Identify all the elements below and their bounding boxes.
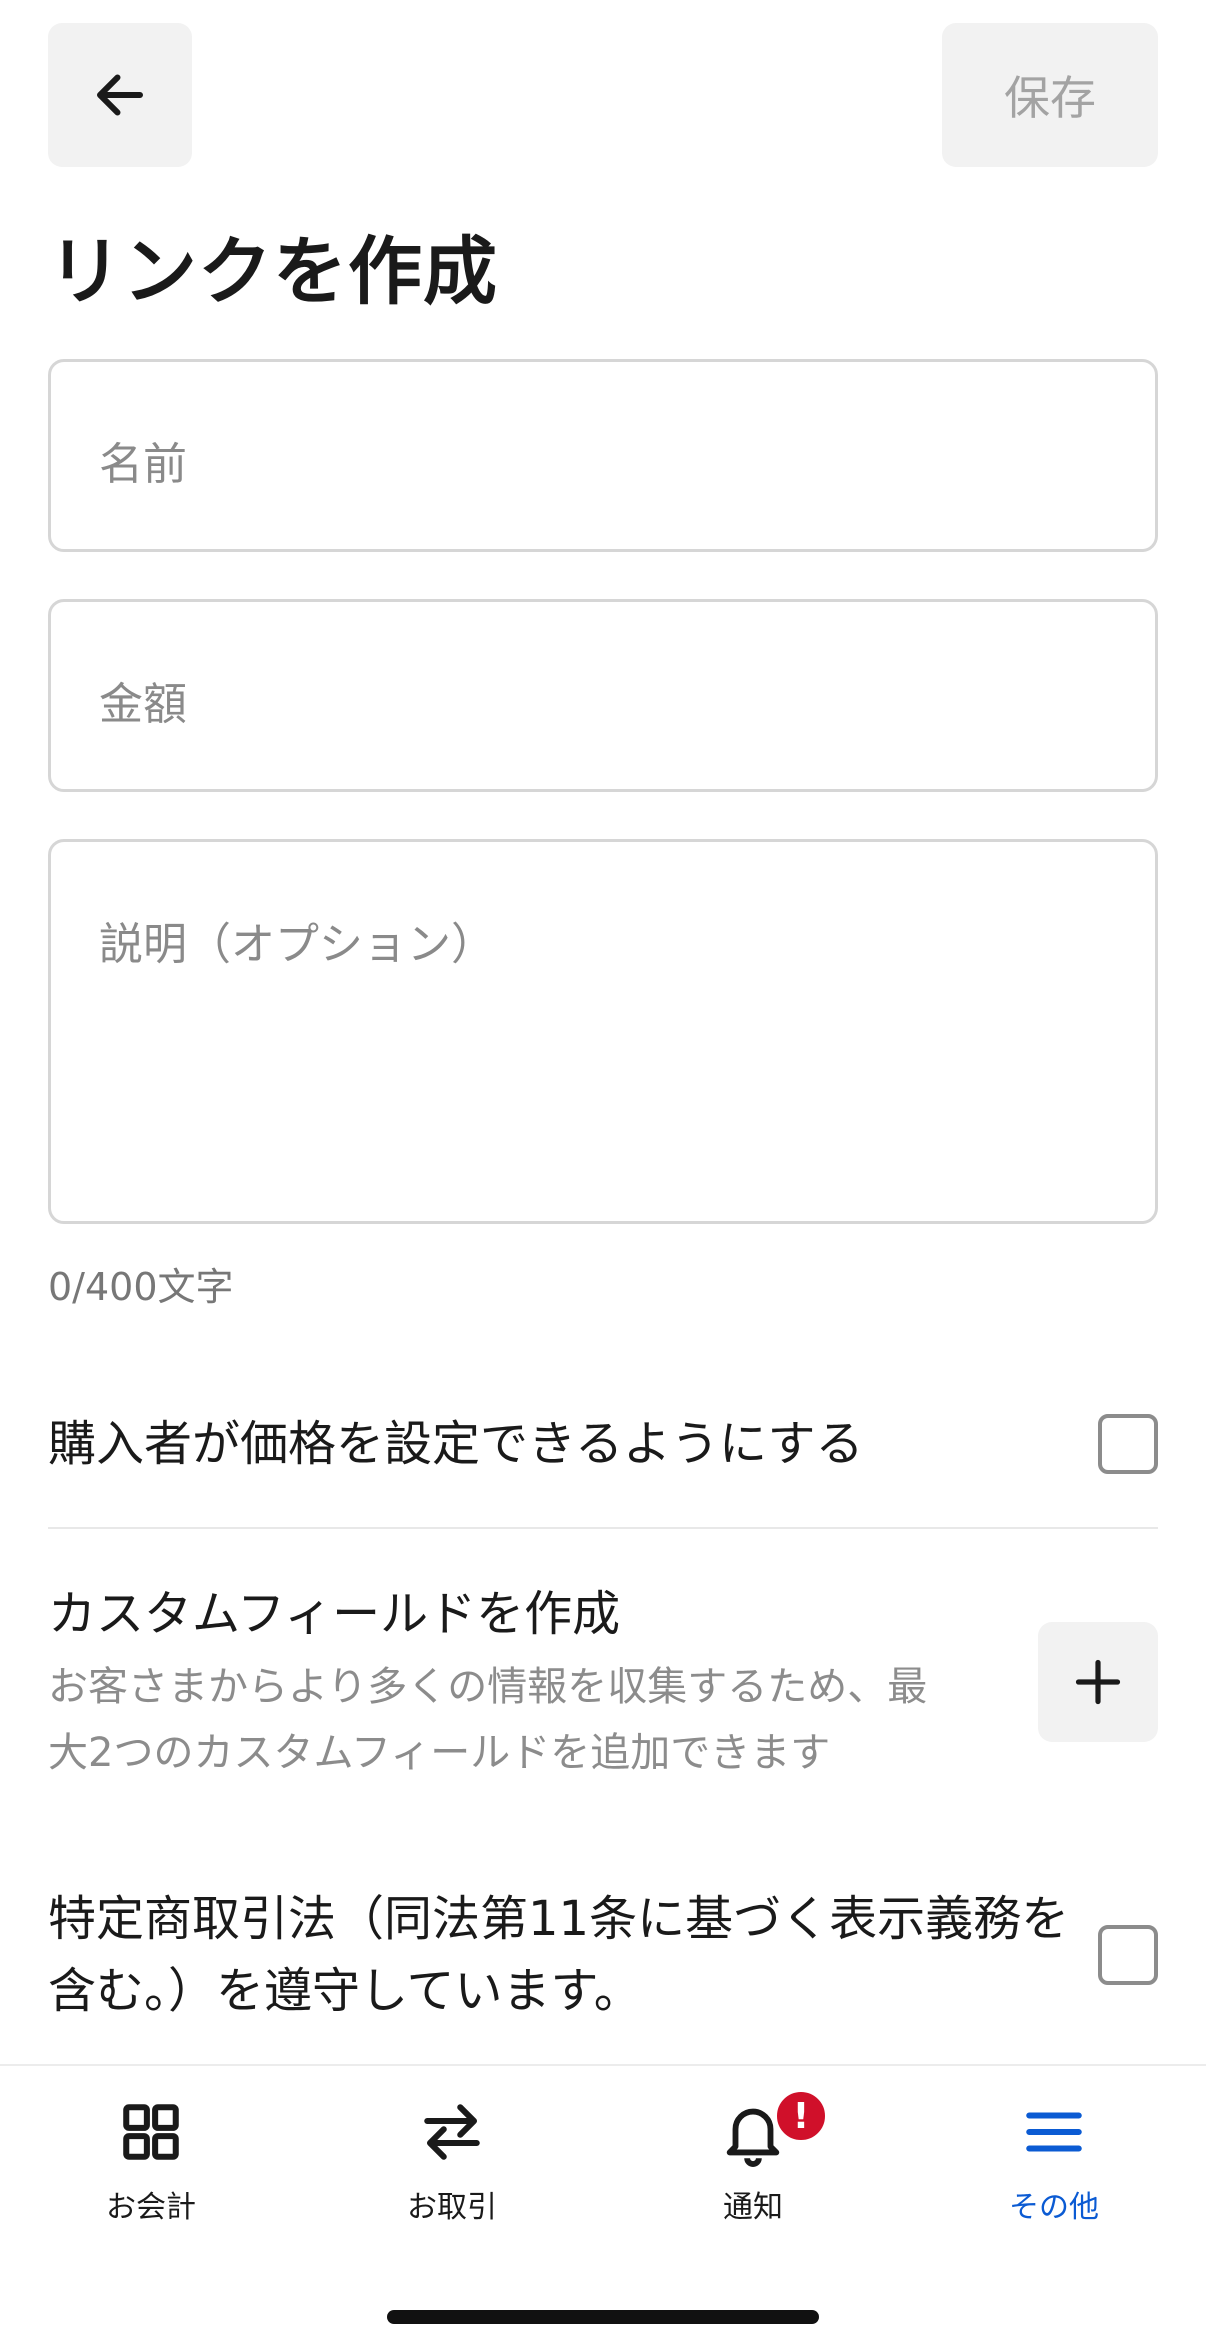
amount-placeholder: 金額: [99, 679, 187, 730]
legal-compliance-line2: 含む。）を遵守しています。: [48, 1963, 642, 2019]
legal-compliance-checkbox[interactable]: [1098, 1925, 1158, 1985]
legal-compliance-line1: 特定商取引法（同法第11条に基づく表示義務を: [48, 1891, 1070, 1947]
arrow-left-icon: [97, 74, 143, 116]
buyer-price-checkbox[interactable]: [1098, 1414, 1158, 1474]
create-link-screen: 保存 リンクを作成 名前 金額 説明（オプション） 0/400文字 購入者が価格…: [0, 0, 1206, 2351]
notification-badge: !: [773, 2088, 829, 2144]
swap-arrows-icon: [424, 2104, 480, 2160]
description-placeholder: 説明（オプション）: [99, 919, 495, 970]
nav-label: その他: [1009, 2190, 1099, 2225]
back-button[interactable]: [48, 23, 192, 167]
home-indicator: [387, 2310, 819, 2324]
nav-label: お会計: [106, 2190, 196, 2225]
menu-icon: [1026, 2112, 1082, 2152]
char-count: 0/400文字: [48, 1265, 234, 1309]
add-custom-field-button[interactable]: [1038, 1622, 1158, 1742]
plus-icon: [1075, 1659, 1121, 1705]
amount-input[interactable]: 金額: [48, 599, 1158, 792]
save-button[interactable]: 保存: [942, 23, 1158, 167]
nav-label: お取引: [407, 2190, 497, 2225]
grid-icon: [123, 2104, 179, 2160]
name-placeholder: 名前: [99, 439, 187, 490]
nav-item-notifications[interactable]: ! 通知: [633, 2088, 873, 2236]
description-textarea[interactable]: 説明（オプション）: [48, 839, 1158, 1224]
buyer-price-label: 購入者が価格を設定できるようにする: [48, 1416, 864, 1472]
nav-item-transactions[interactable]: お取引: [332, 2096, 572, 2236]
custom-field-desc-line2: 大2つのカスタムフィールドを追加できます: [48, 1730, 831, 1776]
nav-item-checkout[interactable]: お会計: [31, 2096, 271, 2236]
name-input[interactable]: 名前: [48, 359, 1158, 552]
custom-field-desc-line1: お客さまからより多くの情報を収集するため、最: [48, 1664, 928, 1710]
nav-label: 通知: [723, 2190, 783, 2225]
divider: [48, 1527, 1158, 1529]
bottom-nav: お会計 お取引 ! 通知 その他: [0, 2064, 1206, 2351]
nav-item-more[interactable]: その他: [934, 2096, 1174, 2236]
custom-field-title: カスタムフィールドを作成: [48, 1586, 621, 1642]
page-title: リンクを作成: [48, 229, 498, 315]
